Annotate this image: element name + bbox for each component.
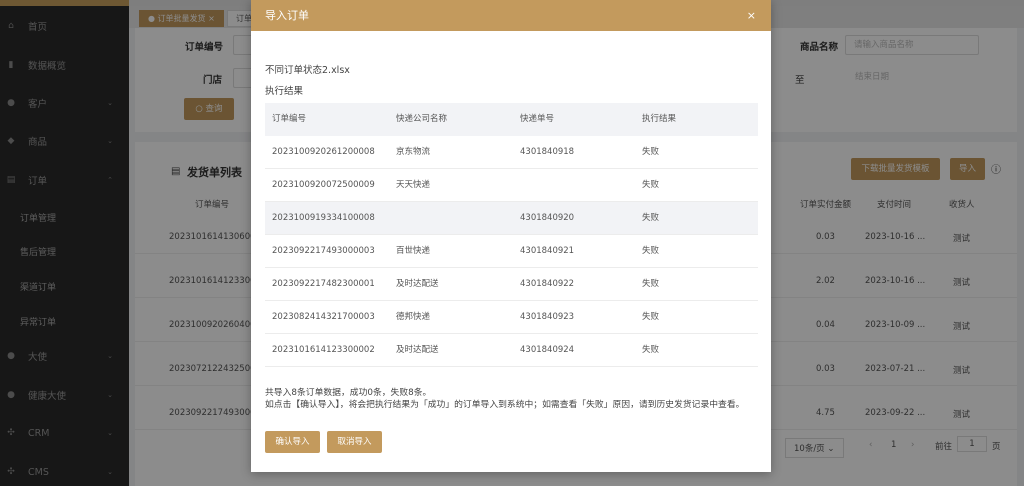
col-result: 执行结果 (642, 114, 677, 124)
dialog-title: 导入订单 (265, 9, 309, 22)
cell-order-no: 2023100920072500009 (272, 180, 375, 190)
dialog-header: 导入订单 × (251, 0, 771, 31)
table-row: 2023082414321700003 德邦快递 4301840923 失败 (265, 301, 758, 334)
table-row: 2023092217482300001 及时达配送 4301840922 失败 (265, 268, 758, 301)
file-name: 不同订单状态2.xlsx (265, 65, 350, 76)
cell-courier: 百世快递 (396, 246, 431, 256)
result-label: 执行结果 (265, 86, 304, 97)
col-courier: 快递公司名称 (396, 114, 448, 124)
cancel-import-button[interactable]: 取消导入 (327, 431, 382, 453)
cell-result: 失败 (642, 345, 660, 355)
summary-counts: 共导入8条订单数据，成功0条，失败8条。 (265, 388, 432, 398)
cell-order-no: 2023100920261200008 (272, 147, 375, 157)
table-header: 订单编号 快递公司名称 快递单号 执行结果 (265, 103, 758, 136)
cell-tracking: 4301840924 (520, 345, 575, 355)
import-order-dialog: 导入订单 × 不同订单状态2.xlsx 执行结果 订单编号 快递公司名称 快递单… (251, 0, 771, 472)
cell-result: 失败 (642, 147, 660, 157)
cell-result: 失败 (642, 180, 660, 190)
cell-courier: 天天快递 (396, 180, 431, 190)
table-row: 2023092217493000003 百世快递 4301840921 失败 (265, 235, 758, 268)
summary-instruction: 如点击【确认导入】，将会把执行结果为「成功」的订单导入到系统中；如需查看「失败」… (265, 399, 745, 410)
table-row: 2023100920261200008 京东物流 4301840918 失败 (265, 136, 758, 169)
cell-courier: 京东物流 (396, 147, 431, 157)
confirm-import-button[interactable]: 确认导入 (265, 431, 320, 453)
cell-tracking: 4301840923 (520, 312, 575, 322)
cell-courier: 德邦快递 (396, 312, 431, 322)
cell-courier: 及时达配送 (396, 345, 439, 355)
cell-result: 失败 (642, 279, 660, 289)
cell-order-no: 2023101614123300002 (272, 345, 375, 355)
table-row: 2023100919334100008 4301840920 失败 (265, 202, 758, 235)
cell-result: 失败 (642, 246, 660, 256)
cell-result: 失败 (642, 213, 660, 223)
result-table: 订单编号 快递公司名称 快递单号 执行结果 202310092026120000… (265, 103, 758, 367)
cell-order-no: 2023092217482300001 (272, 279, 375, 289)
cell-tracking: 4301840918 (520, 147, 575, 157)
table-row: 2023101614123300002 及时达配送 4301840924 失败 (265, 334, 758, 367)
cell-order-no: 2023100919334100008 (272, 213, 375, 223)
cell-tracking: 4301840922 (520, 279, 575, 289)
table-row: 2023100920072500009 天天快递 失败 (265, 169, 758, 202)
cell-order-no: 2023092217493000003 (272, 246, 375, 256)
cell-courier: 及时达配送 (396, 279, 439, 289)
cell-result: 失败 (642, 312, 660, 322)
cell-tracking: 4301840920 (520, 213, 575, 223)
col-tracking-no: 快递单号 (520, 114, 555, 124)
close-icon[interactable]: × (747, 0, 756, 31)
col-order-no: 订单编号 (272, 114, 307, 124)
import-summary: 共导入8条订单数据，成功0条，失败8条。 如点击【确认导入】，将会把执行结果为「… (265, 388, 765, 411)
cell-order-no: 2023082414321700003 (272, 312, 375, 322)
cell-tracking: 4301840921 (520, 246, 575, 256)
